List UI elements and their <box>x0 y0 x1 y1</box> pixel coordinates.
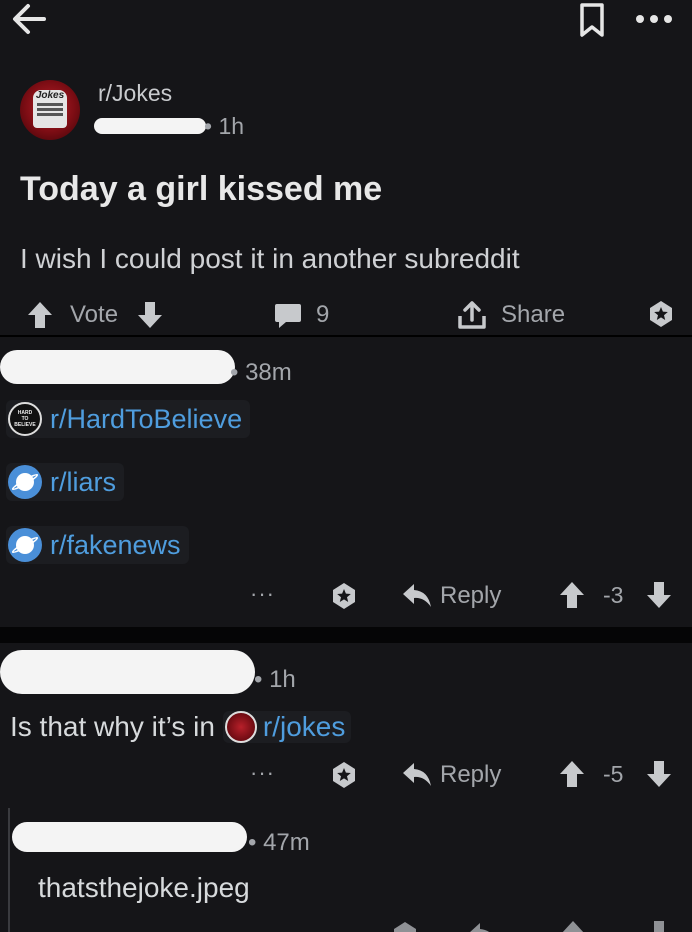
thread-line <box>8 808 10 932</box>
subreddit-link[interactable]: r/HardToBelieve <box>50 404 242 435</box>
subreddit-link-chip[interactable]: r/jokes <box>222 711 352 743</box>
comment-upvote-button[interactable] <box>558 759 586 789</box>
partial-action-row <box>390 918 690 932</box>
post-title: Today a girl kissed me <box>20 170 383 208</box>
redacted-username <box>94 118 206 134</box>
reply-icon <box>403 584 431 607</box>
reply-icon <box>470 923 490 932</box>
upvote-icon <box>562 921 584 932</box>
award-button[interactable] <box>645 298 677 330</box>
reply-icon <box>403 763 431 786</box>
downvote-icon <box>138 302 162 328</box>
comment-downvote-button[interactable] <box>645 580 673 610</box>
subreddit-link[interactable]: r/jokes <box>263 711 345 743</box>
subreddit-link[interactable]: r/liars <box>50 467 116 498</box>
subreddit-chip-hardtobelieve[interactable]: HARD TO BELIEVE r/HardToBelieve <box>6 400 251 438</box>
more-options-button[interactable]: ··· <box>250 581 275 607</box>
comment-text: thatsthejoke.jpeg <box>38 872 250 903</box>
award-icon <box>650 301 672 327</box>
more-options-button[interactable]: ··· <box>250 760 275 786</box>
redacted-username <box>12 822 247 852</box>
bookmark-icon <box>580 3 604 37</box>
comment-text: Is that why it’s in r/jokes <box>10 708 352 746</box>
upvote-icon <box>560 582 584 608</box>
comments-button[interactable] <box>272 300 304 332</box>
redacted-username <box>0 650 255 694</box>
comment-time: • 1h <box>254 666 296 693</box>
downvote-icon <box>647 761 671 787</box>
share-button[interactable] <box>455 298 489 332</box>
subreddit-avatar[interactable]: Jokes <box>20 80 80 140</box>
comment-divider <box>0 627 692 643</box>
comment-time: • 38m <box>230 359 292 386</box>
downvote-icon <box>647 582 671 608</box>
subreddit-chip-fakenews[interactable]: r/fakenews <box>6 526 189 564</box>
comment-upvote-button[interactable] <box>558 580 586 610</box>
post-divider <box>0 335 692 337</box>
post-upvote-button[interactable] <box>25 300 55 330</box>
comment-score: -5 <box>603 761 624 787</box>
upvote-icon <box>28 302 52 328</box>
comment-text-prefix: Is that why it’s in <box>10 711 215 742</box>
post-downvote-button[interactable] <box>135 300 165 330</box>
subreddit-name[interactable]: r/Jokes <box>98 80 172 107</box>
reply-button[interactable]: Reply <box>402 580 512 612</box>
back-button[interactable] <box>6 0 50 38</box>
reply-label: Reply <box>440 761 502 788</box>
upvote-icon <box>560 761 584 787</box>
overflow-menu-button[interactable] <box>630 4 678 34</box>
back-arrow-icon <box>13 4 46 34</box>
reply-button[interactable]: Reply <box>402 759 512 791</box>
subreddit-link[interactable]: r/fakenews <box>50 530 181 561</box>
post-body: I wish I could post it in another subred… <box>20 243 520 274</box>
award-icon <box>333 762 355 788</box>
comment-score: -3 <box>603 582 624 608</box>
overflow-menu-icon <box>636 15 672 23</box>
award-icon <box>333 583 355 609</box>
save-button[interactable] <box>574 2 610 38</box>
subreddit-chip-liars[interactable]: r/liars <box>6 463 124 501</box>
vote-label: Vote <box>70 301 119 328</box>
redacted-username <box>0 350 235 384</box>
comment-award-button[interactable] <box>328 759 360 791</box>
planet-icon <box>8 528 42 562</box>
comment-time: • 47m <box>248 829 310 856</box>
reply-label: Reply <box>440 582 502 609</box>
post-time: • 1h <box>204 113 245 139</box>
downvote-icon <box>654 921 664 932</box>
jokes-subreddit-icon <box>224 711 257 743</box>
comment-downvote-button[interactable] <box>645 759 673 789</box>
planet-icon <box>8 465 42 499</box>
award-icon <box>394 922 416 932</box>
jokes-logo-text: Jokes <box>35 90 65 101</box>
comment-award-button[interactable] <box>328 580 360 612</box>
share-label: Share <box>501 301 566 328</box>
comment-count: 9 <box>316 301 330 328</box>
comment-icon <box>275 304 301 328</box>
share-icon <box>458 301 486 329</box>
jokes-logo-icon: Jokes <box>33 90 67 128</box>
hardtobelieve-icon: HARD TO BELIEVE <box>8 402 42 436</box>
